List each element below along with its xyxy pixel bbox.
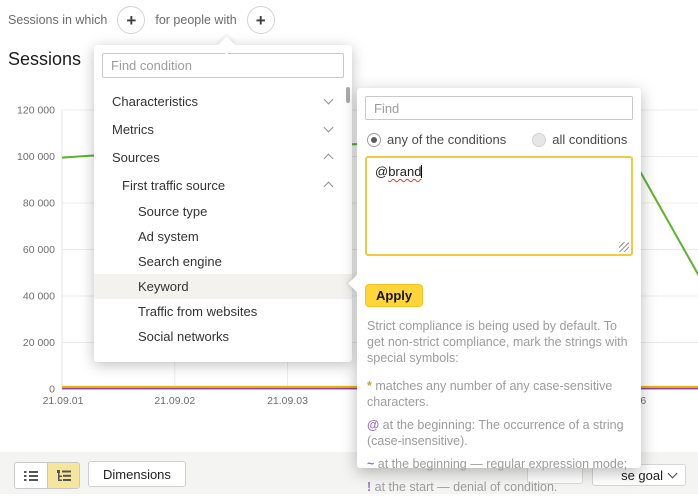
chevron-up-icon xyxy=(324,154,334,164)
radio-any-of-the-conditions[interactable] xyxy=(367,133,381,147)
chevron-down-icon xyxy=(324,123,334,133)
symbol-prefix: @ xyxy=(375,164,388,179)
chevron-down-icon xyxy=(324,95,334,105)
help-item: ! at the start — denial of condition. xyxy=(367,479,631,495)
keyword-find-input[interactable] xyxy=(365,96,633,120)
condition-item-ad-system[interactable]: Ad system xyxy=(94,224,352,249)
svg-text:21.09.03: 21.09.03 xyxy=(267,395,308,407)
condition-list: Characteristics Metrics Sources First traff… xyxy=(94,87,352,349)
keyword-condition-popup: any of the conditions all conditions @br… xyxy=(357,88,641,468)
svg-text:0: 0 xyxy=(49,384,55,396)
plus-icon: + xyxy=(256,12,266,29)
condition-item-label: Source type xyxy=(94,204,207,219)
svg-text:100 000: 100 000 xyxy=(17,151,55,163)
condition-item-keyword[interactable]: Keyword xyxy=(94,274,352,299)
condition-item-metrics[interactable]: Metrics xyxy=(94,115,352,143)
text-caret xyxy=(421,165,422,178)
sessions-in-which-label: Sessions in which xyxy=(8,13,107,27)
symbol-description: at the start — denial of condition. xyxy=(371,480,557,494)
help-item: @ at the beginning: The occurrence of a … xyxy=(367,417,631,449)
keyword-text: @brand xyxy=(375,164,421,179)
condition-item-traffic-from-websites[interactable]: Traffic from websites xyxy=(94,299,352,324)
tree-view-button[interactable] xyxy=(47,463,79,488)
add-user-condition-button[interactable]: + xyxy=(247,6,275,34)
radio-all-label[interactable]: all conditions xyxy=(552,132,627,147)
help-symbol-list: * matches any number of any case-sensiti… xyxy=(367,378,631,495)
help-item: * matches any number of any case-sensiti… xyxy=(367,378,631,410)
radio-any-label[interactable]: any of the conditions xyxy=(387,132,506,147)
condition-item-label: Sources xyxy=(94,150,160,165)
svg-text:60 000: 60 000 xyxy=(23,244,55,256)
apply-button[interactable]: Apply xyxy=(365,284,423,307)
condition-item-label: Search engine xyxy=(94,254,222,269)
svg-text:20 000: 20 000 xyxy=(23,337,55,349)
condition-dropdown-panel: Characteristics Metrics Sources First traff… xyxy=(94,45,352,362)
list-icon xyxy=(23,469,39,483)
condition-item-source-type[interactable]: Source type xyxy=(94,199,352,224)
list-view-button[interactable] xyxy=(15,463,47,488)
help-item: ~ at the beginning — regular expression … xyxy=(367,456,631,472)
chevron-down-icon xyxy=(668,469,678,479)
condition-item-first-traffic-source[interactable]: First traffic source xyxy=(94,171,352,199)
segmentation-filter-bar: Sessions in which + for people with + xyxy=(8,4,275,36)
y-axis-labels: 0 20 000 40 000 60 000 80 000 100 000 120 000 xyxy=(17,105,55,396)
condition-item-label: Traffic from websites xyxy=(94,304,257,319)
condition-item-label: Keyword xyxy=(94,279,189,294)
scrollbar-thumb[interactable] xyxy=(346,87,350,103)
condition-search-input[interactable] xyxy=(102,53,344,78)
condition-match-radio-group: any of the conditions all conditions xyxy=(357,128,641,147)
tree-list-icon xyxy=(56,469,72,483)
condition-item-characteristics[interactable]: Characteristics xyxy=(94,87,352,115)
condition-item-label: First traffic source xyxy=(94,178,225,193)
special-symbol: @ xyxy=(367,418,379,432)
condition-item-social-networks[interactable]: Social networks xyxy=(94,324,352,349)
chevron-up-icon xyxy=(324,182,334,192)
page-title: Sessions xyxy=(8,49,81,70)
help-intro: Strict compliance is being used by defau… xyxy=(367,318,631,366)
svg-text:80 000: 80 000 xyxy=(23,198,55,210)
dimensions-button[interactable]: Dimensions xyxy=(88,461,186,487)
symbol-description: at the beginning: The occurrence of a st… xyxy=(367,418,624,448)
symbol-description: matches any number of any case-sensitive… xyxy=(367,379,612,409)
resize-handle-icon[interactable] xyxy=(619,242,629,252)
condition-item-label: Metrics xyxy=(94,122,154,137)
symbol-description: at the beginning — regular expression mo… xyxy=(374,457,627,471)
condition-item-label: Social networks xyxy=(94,329,229,344)
condition-item-label: Ad system xyxy=(94,229,199,244)
misspelled-word: brand xyxy=(388,164,421,179)
condition-item-label: Characteristics xyxy=(94,94,198,109)
radio-all-conditions[interactable] xyxy=(532,133,546,147)
condition-item-search-engine[interactable]: Search engine xyxy=(94,249,352,274)
add-session-condition-button[interactable]: + xyxy=(117,6,145,34)
svg-text:21.09.02: 21.09.02 xyxy=(154,395,195,407)
condition-item-sources[interactable]: Sources xyxy=(94,143,352,171)
svg-text:120 000: 120 000 xyxy=(17,105,55,117)
plus-icon: + xyxy=(126,12,136,29)
help-text: Strict compliance is being used by defau… xyxy=(367,318,631,502)
view-mode-switch xyxy=(14,462,80,489)
for-people-with-label: for people with xyxy=(155,13,236,27)
svg-text:40 000: 40 000 xyxy=(23,291,55,303)
svg-text:21.09.01: 21.09.01 xyxy=(43,395,84,407)
keyword-value-textarea[interactable]: @brand xyxy=(365,156,633,256)
